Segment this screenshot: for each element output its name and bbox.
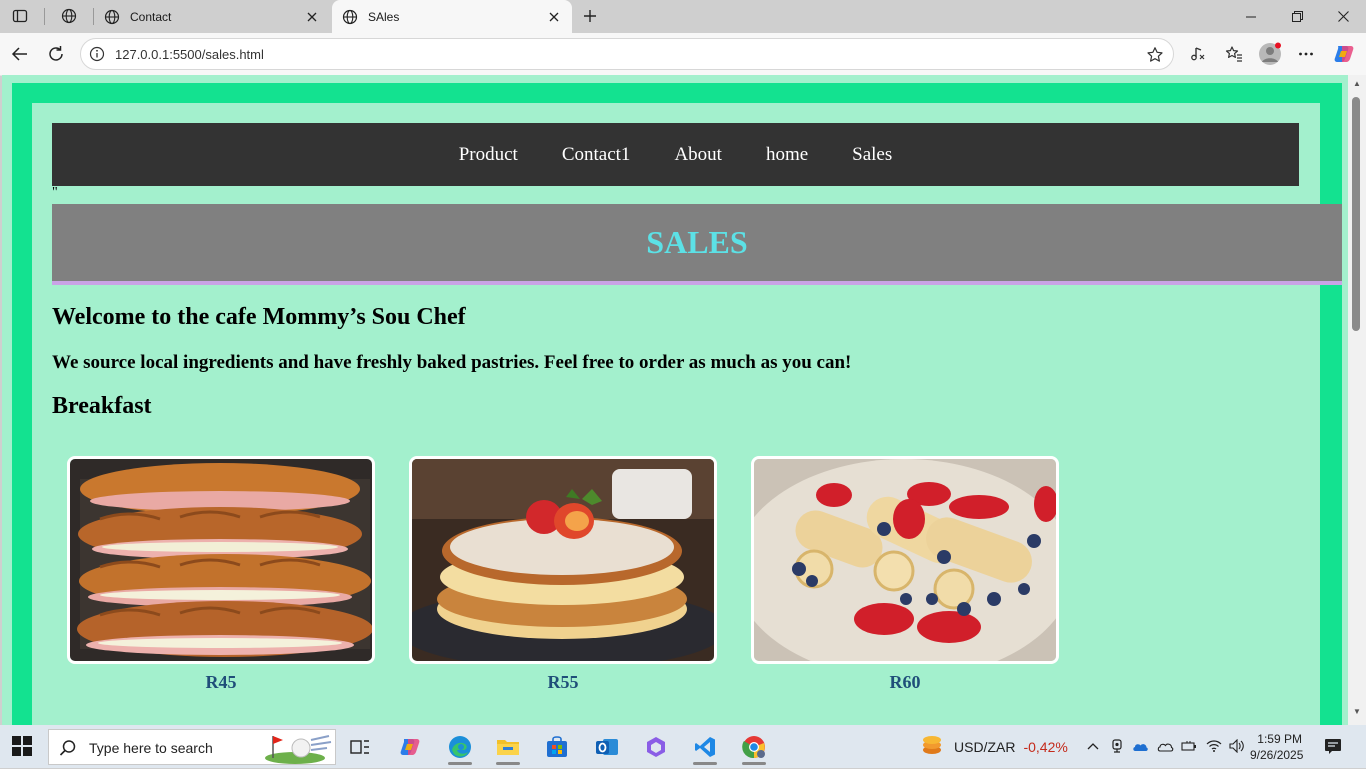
file-explorer-icon[interactable]: [488, 729, 528, 765]
search-placeholder: Type here to search: [89, 740, 213, 756]
refresh-icon[interactable]: [42, 40, 70, 68]
currency-ticker[interactable]: USD/ZAR -0,42%: [920, 735, 1068, 758]
notifications-icon[interactable]: [1323, 736, 1343, 756]
show-hidden-icons-chevron-icon[interactable]: [1083, 736, 1103, 756]
battery-plug-icon[interactable]: [1179, 736, 1199, 756]
nav-link-about[interactable]: About: [674, 144, 722, 166]
nav-link-home[interactable]: home: [766, 144, 808, 166]
restore-icon[interactable]: [1274, 0, 1320, 33]
copilot-icon[interactable]: [1330, 40, 1358, 68]
croissant-photo[interactable]: [67, 456, 375, 664]
task-view-icon[interactable]: [340, 729, 380, 765]
product-card[interactable]: R60: [751, 456, 1059, 693]
price-label: R55: [547, 672, 579, 692]
webcam-icon[interactable]: [1107, 736, 1127, 756]
scroll-up-icon[interactable]: ▲: [1352, 79, 1362, 89]
tab-strip: Contact SAles: [0, 0, 1366, 33]
nav-link-contact1[interactable]: Contact1: [562, 144, 631, 166]
nav-link-product[interactable]: Product: [459, 144, 518, 166]
volume-icon[interactable]: [1227, 736, 1247, 756]
close-icon[interactable]: [300, 5, 324, 29]
vscode-icon[interactable]: [685, 729, 725, 765]
address-bar[interactable]: 127.0.0.1:5500/sales.html: [80, 38, 1174, 70]
onedrive-personal-icon[interactable]: [1155, 736, 1175, 756]
nav-link-sales[interactable]: Sales: [852, 144, 892, 166]
stray-quote-text: ": [52, 185, 58, 200]
page-scrollbar[interactable]: ▲ ▼: [1348, 75, 1366, 725]
site-info-icon[interactable]: [89, 46, 105, 62]
read-aloud-icon[interactable]: [1184, 40, 1212, 68]
site-navbar: Product Contact1 About home Sales: [52, 123, 1299, 186]
scroll-down-icon[interactable]: ▼: [1352, 707, 1362, 717]
windows-start-icon[interactable]: [12, 736, 34, 758]
close-window-icon[interactable]: [1320, 0, 1366, 33]
url-text: 127.0.0.1:5500/sales.html: [115, 47, 264, 62]
clock-date: 9/26/2025: [1250, 748, 1304, 762]
system-clock[interactable]: 1:59 PM 9/26/2025: [1250, 731, 1304, 763]
page-outer-frame: Product Contact1 About home Sales " SALE…: [12, 83, 1342, 725]
breakfast-heading: Breakfast: [52, 393, 152, 419]
welcome-heading: Welcome to the cafe Mommy’s Sou Chef: [52, 304, 466, 330]
page-container: Product Contact1 About home Sales " SALE…: [32, 103, 1342, 725]
tab-actions-icon[interactable]: [4, 4, 36, 28]
close-icon[interactable]: [542, 5, 566, 29]
outlook-icon[interactable]: [587, 729, 627, 765]
search-icon: [59, 739, 77, 757]
windows-taskbar: Type here to search USD/ZAR -0,42% 1:59 …: [0, 725, 1366, 768]
back-arrow-icon[interactable]: [6, 40, 34, 68]
chrome-icon[interactable]: [734, 729, 774, 765]
globe-icon: [104, 9, 120, 25]
microsoft-store-icon[interactable]: [537, 729, 577, 765]
ticker-coin-icon: [920, 735, 944, 758]
price-label: R60: [889, 672, 921, 692]
more-options-icon[interactable]: [1292, 40, 1320, 68]
scrollbar-thumb[interactable]: [1352, 97, 1360, 331]
favorites-icon[interactable]: [1220, 40, 1248, 68]
tab-sales[interactable]: SAles: [332, 0, 572, 33]
tab-divider: [44, 8, 45, 25]
globe-icon: [342, 9, 358, 25]
page-title: SALES: [646, 224, 748, 260]
favorite-star-icon[interactable]: [1145, 45, 1165, 65]
ticker-change: -0,42%: [1023, 738, 1068, 755]
tab-title: SAles: [368, 9, 400, 24]
ticker-label: USD/ZAR: [954, 738, 1016, 755]
workspace-globe-icon[interactable]: [53, 4, 85, 28]
golf-search-highlight-icon: [263, 732, 333, 764]
onedrive-icon[interactable]: [1130, 736, 1150, 756]
tab-title: Contact: [130, 9, 172, 24]
pancake-photo[interactable]: [409, 456, 717, 664]
profile-avatar[interactable]: [1256, 40, 1284, 68]
browser-toolbar: 127.0.0.1:5500/sales.html: [0, 33, 1366, 76]
edge-browser-icon[interactable]: [440, 729, 480, 765]
product-card[interactable]: R45: [67, 456, 375, 693]
page-viewport: Product Contact1 About home Sales " SALE…: [2, 75, 1350, 725]
product-card[interactable]: R55: [409, 456, 717, 693]
copilot-taskbar-icon[interactable]: [390, 729, 430, 765]
microsoft-365-icon[interactable]: [636, 729, 676, 765]
minimize-icon[interactable]: [1228, 0, 1274, 33]
intro-text: We source local ingredients and have fre…: [52, 352, 852, 373]
taskbar-search[interactable]: Type here to search: [48, 729, 336, 765]
tab-contact[interactable]: Contact: [94, 0, 330, 33]
wifi-icon[interactable]: [1204, 736, 1224, 756]
clock-time: 1:59 PM: [1257, 732, 1302, 746]
crepes-photo[interactable]: [751, 456, 1059, 664]
new-tab-button[interactable]: [576, 2, 604, 30]
sales-banner: SALES: [52, 204, 1342, 285]
price-label: R45: [205, 672, 237, 692]
